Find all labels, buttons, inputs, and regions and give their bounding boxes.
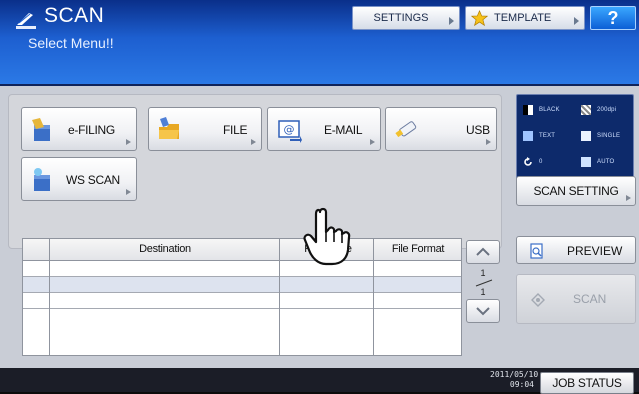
color-mode-setting: BLACK (523, 105, 560, 115)
efiling-label: e-FILING (68, 123, 115, 137)
original-mode-label: TEXT (539, 133, 556, 139)
job-status-button[interactable]: JOB STATUS (540, 372, 634, 394)
chevron-up-icon (476, 247, 490, 256)
scan-settings-summary: BLACK 200dpi TEXT SINGLE 0 AUTO (516, 94, 634, 180)
page-title: SCAN (44, 4, 105, 27)
efiling-button[interactable]: e-FILING (21, 107, 137, 151)
preview-icon (530, 243, 543, 259)
template-button[interactable]: TEMPLATE (465, 6, 585, 30)
table-row[interactable] (23, 277, 461, 293)
chevron-right-icon (126, 139, 131, 145)
chevron-right-icon (574, 17, 579, 25)
size-label: AUTO (597, 159, 615, 165)
email-icon: @ (278, 120, 302, 143)
resolution-setting: 200dpi (581, 105, 616, 115)
original-mode-setting: TEXT (523, 131, 555, 141)
start-icon (531, 293, 545, 307)
scan-screen: SCAN Select Menu!! SETTINGS TEMPLATE ? e… (0, 0, 639, 394)
chevron-right-icon (449, 17, 454, 25)
date-text: 2011/05/10 (490, 370, 539, 379)
column-divider (49, 239, 50, 355)
star-icon (471, 10, 488, 27)
text-mode-icon (523, 131, 533, 141)
rotation-setting: 0 (523, 157, 543, 167)
scan-setting-label: SCAN SETTING (533, 184, 619, 198)
ws-scan-label: WS SCAN (66, 173, 120, 187)
header-bar: SCAN Select Menu!! SETTINGS TEMPLATE ? (0, 0, 639, 86)
pointing-hand-icon (303, 207, 351, 266)
ws-scan-icon (34, 168, 50, 191)
settings-button[interactable]: SETTINGS (352, 6, 460, 30)
datetime: 2011/05/10 09:04 (490, 370, 539, 390)
table-row[interactable] (23, 261, 461, 277)
usb-button[interactable]: USB (385, 107, 497, 151)
column-header-file-format: File Format (391, 243, 445, 255)
duplex-setting: SINGLE (581, 131, 620, 141)
chevron-right-icon (126, 189, 131, 195)
help-button[interactable]: ? (590, 6, 636, 30)
file-button[interactable]: FILE (148, 107, 262, 151)
chevron-right-icon (626, 195, 631, 201)
ws-scan-button[interactable]: WS SCAN (21, 157, 137, 201)
scan-button[interactable]: SCAN (516, 274, 636, 324)
column-divider (279, 239, 280, 355)
duplex-label: SINGLE (597, 133, 621, 139)
chevron-right-icon (251, 139, 256, 145)
chevron-right-icon (486, 139, 491, 145)
scan-setting-button[interactable]: SCAN SETTING (516, 176, 636, 206)
scroll-up-button[interactable] (466, 240, 500, 264)
email-label: E-MAIL (324, 123, 363, 137)
help-icon: ? (607, 7, 619, 28)
template-button-label: TEMPLATE (494, 12, 552, 24)
file-label: FILE (223, 123, 248, 137)
email-button[interactable]: @ E-MAIL (267, 107, 381, 151)
time-text: 09:04 (509, 380, 534, 389)
table-header: Destination File Name File Format (23, 239, 461, 261)
table-row[interactable] (23, 293, 461, 309)
page-total: 1 (480, 287, 486, 297)
column-divider (373, 239, 374, 355)
svg-text:@: @ (284, 123, 295, 136)
usb-icon (395, 121, 417, 138)
chevron-down-icon (476, 307, 490, 316)
page-current: 1 (480, 268, 486, 278)
resolution-icon (581, 105, 591, 115)
preview-label: PREVIEW (567, 244, 623, 258)
job-status-label: JOB STATUS (552, 376, 622, 390)
scroll-down-button[interactable] (466, 299, 500, 323)
auto-size-icon (581, 157, 591, 167)
rotate-icon (524, 157, 532, 166)
color-mode-label: BLACK (539, 107, 560, 113)
scan-menu-area: e-FILING FILE @ E-MAIL USB WS SCAN (8, 94, 502, 249)
settings-button-label: SETTINGS (373, 12, 429, 24)
rotation-label: 0 (539, 159, 543, 165)
column-header-destination: Destination (139, 243, 191, 255)
black-color-icon (523, 105, 533, 115)
main-panel: e-FILING FILE @ E-MAIL USB WS SCAN BLACK… (0, 86, 639, 368)
destination-table: Destination File Name File Format (22, 238, 462, 356)
preview-button[interactable]: PREVIEW (516, 236, 636, 264)
single-sided-icon (581, 131, 591, 141)
status-bar: 2011/05/10 09:04 JOB STATUS (0, 368, 639, 394)
efiling-icon (32, 118, 50, 141)
chevron-right-icon (370, 139, 375, 145)
usb-label: USB (466, 123, 490, 137)
size-setting: AUTO (581, 157, 614, 167)
page-subtitle: Select Menu!! (28, 35, 114, 51)
scan-label: SCAN (573, 292, 607, 306)
page-separator (475, 279, 493, 287)
scanner-icon (16, 13, 36, 29)
folder-icon (159, 117, 179, 139)
resolution-label: 200dpi (597, 107, 617, 113)
